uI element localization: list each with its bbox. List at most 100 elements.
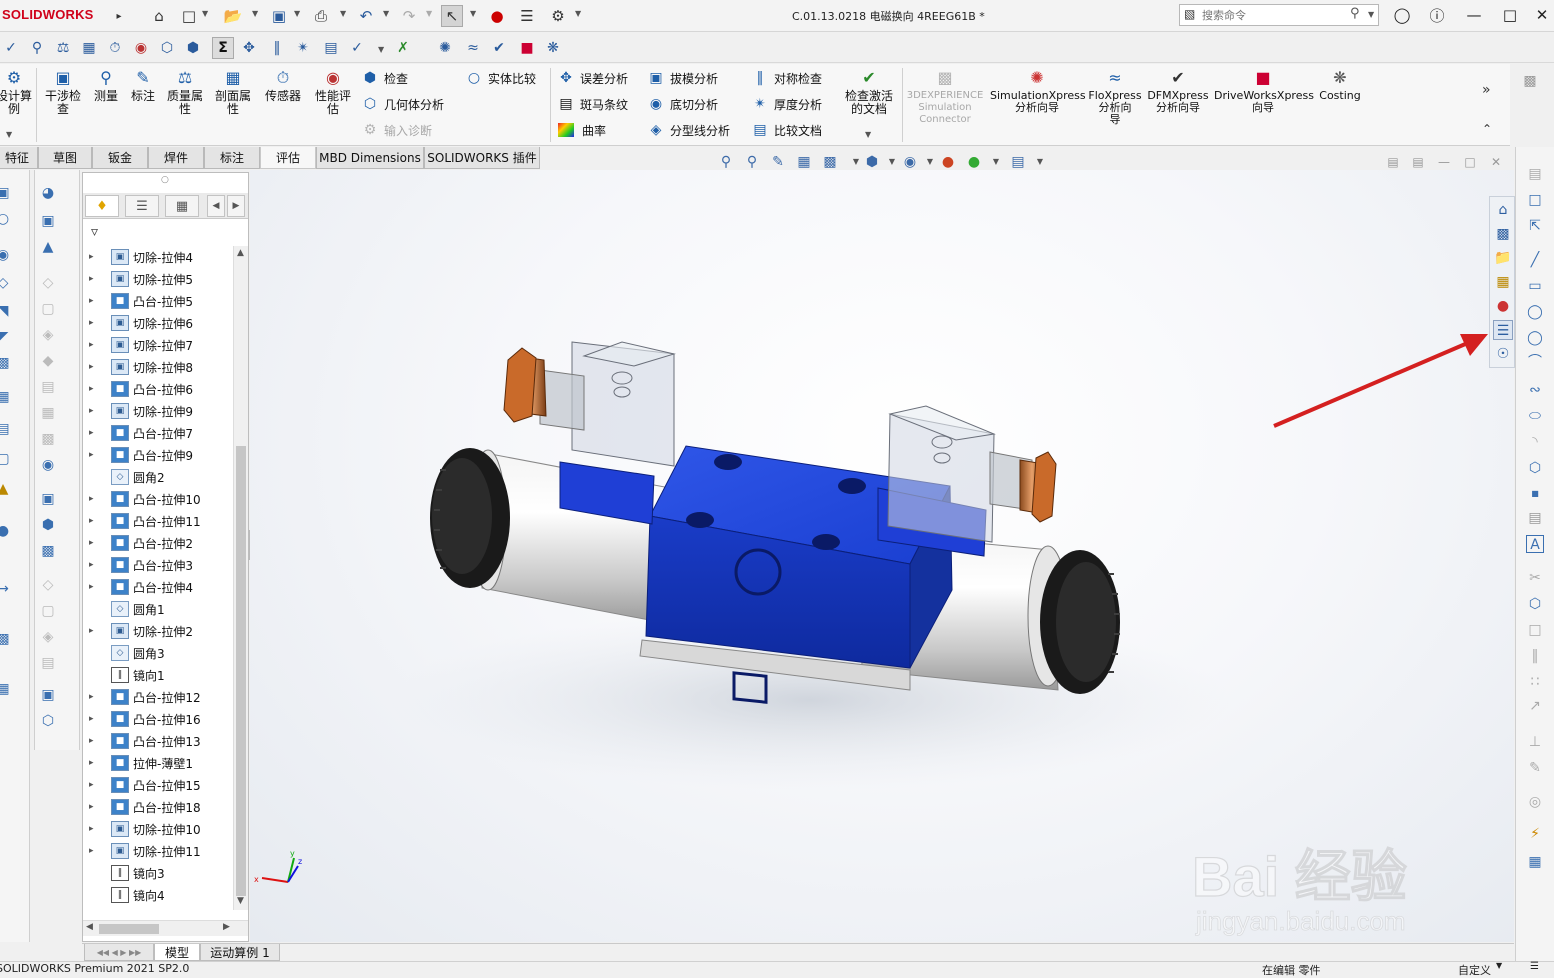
symmetry-icon[interactable]: ‖ [266,37,288,59]
feature-tree-item[interactable]: ▸ ■ 凸台-拉伸7 [83,422,233,444]
zebra-stripes-button[interactable]: ▤ 斑马条纹 [556,93,628,115]
redo-icon[interactable]: ↷ [398,5,420,27]
user-account-icon[interactable]: ◯ [1390,4,1414,26]
expand-arrow-icon[interactable]: ▸ [89,758,99,768]
expand-arrow-icon[interactable]: ▸ [89,318,99,328]
rebuild-icon[interactable]: ● [486,5,508,27]
move-entities-icon[interactable]: ↗ [1526,697,1544,715]
units-dropdown-icon[interactable]: ▼ [1496,961,1502,970]
feature-tree-item[interactable]: ▸ ▣ 切除-拉伸11 [83,840,233,862]
intersect-icon[interactable]: ▣ [39,212,57,230]
flow-icon[interactable]: ≈ [462,37,484,59]
sensor-gauge-icon[interactable]: ⏱ [104,37,126,59]
configuration-tab-icon[interactable]: ▦ [165,195,199,217]
expand-arrow-icon[interactable]: ▸ [89,494,99,504]
combine-icon[interactable]: ▩ [39,542,57,560]
check-button[interactable]: ⬢ 检查 [360,67,408,89]
section-icon[interactable]: ▦ [78,37,100,59]
design-study-button[interactable]: ⚙ 设计算 例 [0,68,32,116]
deviation-icon[interactable]: ✥ [238,37,260,59]
toolbar-dropdown-icon[interactable]: ▼ [378,45,384,54]
settings-dropdown-icon[interactable]: ▼ [1030,152,1050,172]
deform-icon[interactable]: ▢ [39,300,57,318]
circle-icon[interactable]: ◯ [1526,329,1544,347]
display-settings-icon[interactable]: ▤ [1008,152,1028,172]
feature-tree-item[interactable]: ▸ ■ 凸台-拉伸10 [83,488,233,510]
feature-tree-item[interactable]: ▸ ■ 凸台-拉伸5 [83,290,233,312]
feature-tree-item[interactable]: ▸ ▣ 切除-拉伸10 [83,818,233,840]
feature-tree-hscrollbar[interactable]: ◀ ▶ [83,920,248,936]
zoom-icon[interactable]: ⚲ [26,37,48,59]
appearance-icon[interactable]: ● [938,152,958,172]
viewport-minimize-icon[interactable]: — [1434,152,1454,172]
extrude-icon[interactable]: ▣ [0,184,12,202]
new-dropdown-icon[interactable]: ▼ [202,9,208,18]
loft-icon[interactable]: ◇ [0,274,12,292]
hole-wizard-icon[interactable]: ◉ [39,456,57,474]
check-active-icon[interactable]: ✓ [346,37,368,59]
feature-tree-item[interactable]: ▸ ■ 凸台-拉伸2 [83,532,233,554]
repair-sketch-icon[interactable]: ✎ [1526,759,1544,777]
feature-tree-item[interactable]: ▸ ■ 凸台-拉伸6 [83,378,233,400]
tab-sheet-metal[interactable]: 钣金 [92,147,148,169]
pattern-icon[interactable]: ▩ [0,354,12,372]
feature-tree-item[interactable]: ▸ ▣ 切除-拉伸4 [83,246,233,268]
offset-icon[interactable]: □ [1526,621,1544,639]
ribbon-options-icon[interactable]: ▩ [1521,72,1539,90]
tab-model[interactable]: 模型 [154,944,200,961]
floxpress-button[interactable]: ≈ FloXpress 分析向 导 [1088,68,1142,126]
feature-tree-item[interactable]: ◇ 圆角2 [83,466,233,488]
wrap-feature-icon[interactable]: ◕ [39,184,57,202]
status-options-icon[interactable]: ☰ [1530,961,1539,972]
zoom-area-icon[interactable]: ⚲ [742,152,762,172]
compare-icon[interactable]: ▤ [320,37,342,59]
home-icon[interactable]: ⌂ [148,5,170,27]
driveworks-icon[interactable]: ■ [516,37,538,59]
tab-weldments[interactable]: 焊件 [148,147,204,169]
quick-snaps-icon[interactable]: ◎ [1526,793,1544,811]
feature-tree-item[interactable]: ▸ ▣ 切除-拉伸2 [83,620,233,642]
expand-arrow-icon[interactable]: ▸ [89,846,99,856]
tab-motion-study-1[interactable]: 运动算例 1 [200,944,280,961]
options-gear-icon[interactable]: ⚙ [547,5,569,27]
ribbon-more-icon[interactable]: » [1482,82,1491,98]
feature-tree-item[interactable]: ▸ ■ 凸台-拉伸12 [83,686,233,708]
delete-face-icon[interactable]: ▩ [39,430,57,448]
point-icon[interactable]: ■ [1526,485,1544,503]
sweep-icon[interactable]: ◉ [0,246,12,264]
trim-icon[interactable]: ✂ [1526,569,1544,587]
simulationxpress-button[interactable]: ✺ SimulationXpress 分析向导 [990,68,1086,114]
close-button[interactable]: ✕ [1530,4,1554,26]
import-diagnostics-button[interactable]: ⚙ 输入诊断 [360,119,432,141]
insert-part-icon[interactable]: ⬡ [39,712,57,730]
rapid-sketch-icon[interactable]: ⚡ [1526,825,1544,843]
tab-markup[interactable]: 标注 [204,147,260,169]
polygon-icon[interactable]: ⬡ [1526,459,1544,477]
section-properties-button[interactable]: ▦ 剖面属 性 [210,68,256,116]
text-icon[interactable]: A [1526,535,1544,553]
expand-arrow-icon[interactable]: ▸ [89,714,99,724]
driveworksxpress-button[interactable]: ■ DriveWorksXpress 向导 [1214,68,1314,114]
redo-dropdown-icon[interactable]: ▼ [426,9,432,18]
search-box[interactable]: ▧ ⚲ ▼ [1179,4,1379,26]
rib-icon[interactable]: ▦ [0,388,12,406]
instant3d-icon[interactable]: ▩ [0,630,12,648]
tab-nav-arrows-icon[interactable]: ◀◀ ◀ ▶ ▶▶ [84,944,154,961]
feature-tree-item[interactable]: ◇ 圆角1 [83,598,233,620]
viewport-split-icon[interactable]: ▤ [1383,152,1403,172]
expand-arrow-icon[interactable]: ▸ [89,362,99,372]
check-active-document-button[interactable]: ✔ 检查激活 的文档 [840,68,898,116]
expand-arrow-icon[interactable]: ▸ [89,692,99,702]
sketch-icon[interactable]: ▤ [1526,165,1544,183]
knit-icon[interactable]: ▢ [39,602,57,620]
expand-arrow-icon[interactable]: ▸ [89,340,99,350]
revolve-icon[interactable]: ○ [0,210,12,228]
balance-icon[interactable]: ⚖ [52,37,74,59]
select-dropdown-icon[interactable]: ▼ [470,9,476,18]
expand-arrow-icon[interactable]: ▸ [89,538,99,548]
move-face-icon[interactable]: ▦ [39,404,57,422]
feature-tree-item[interactable]: ‖ 镜向3 [83,862,233,884]
expand-arrow-icon[interactable]: ▸ [89,582,99,592]
feature-tree-item[interactable]: ▸ ▣ 切除-拉伸9 [83,400,233,422]
custom-properties-icon[interactable]: ☰ [1493,320,1513,340]
